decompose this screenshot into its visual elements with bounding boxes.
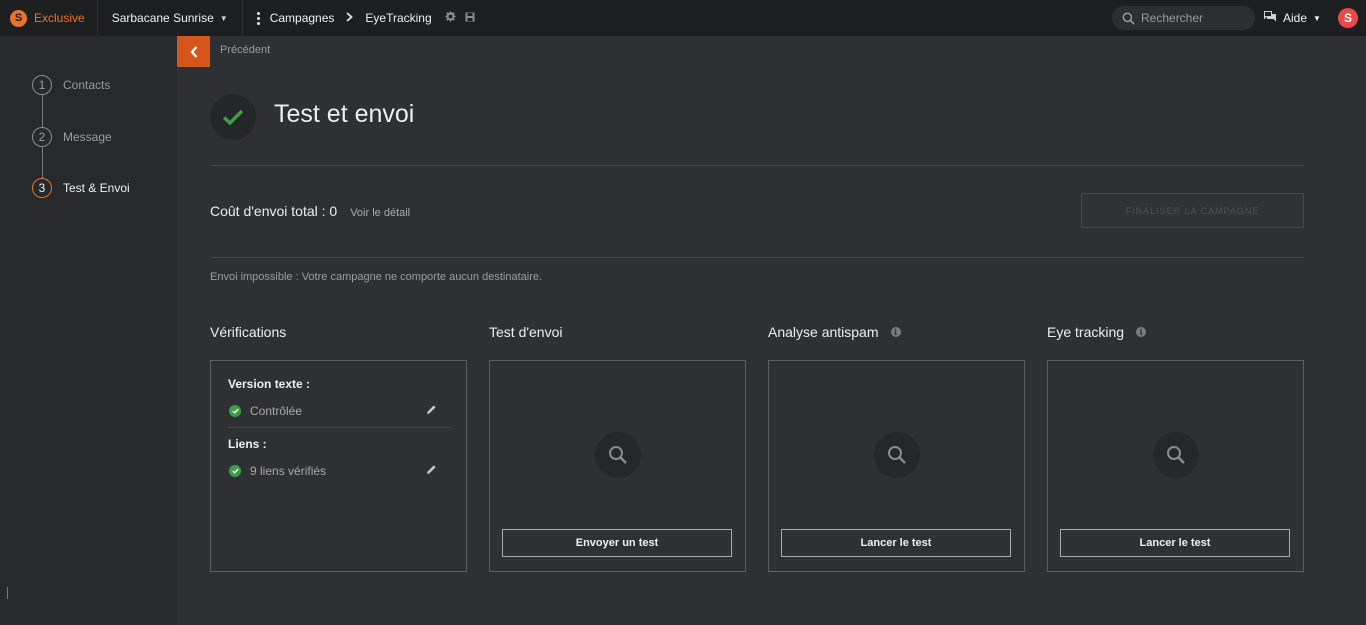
status-indicator (7, 587, 8, 599)
step-number: 2 (32, 127, 52, 147)
chevron-down-icon: ▼ (219, 13, 228, 23)
save-icon[interactable] (465, 12, 475, 25)
check-circle-icon (229, 465, 241, 477)
page-title: Test et envoi (274, 100, 415, 128)
chevron-left-icon (189, 45, 197, 58)
links-status: 9 liens vérifiés (250, 464, 327, 478)
check-circle-icon (229, 405, 241, 417)
step-number: 1 (32, 75, 52, 95)
brand-name: Exclusive (34, 11, 85, 25)
links-title: Liens : (228, 437, 267, 451)
step-label: Message (63, 130, 112, 144)
search-icon (874, 432, 920, 478)
step-number: 3 (32, 178, 52, 198)
cost-detail-link[interactable]: Voir le détail (350, 207, 410, 219)
links-row: 9 liens vérifiés (229, 464, 451, 478)
step-message[interactable]: 2 Message (32, 127, 112, 147)
step-test-envoi[interactable]: 3 Test & Envoi (32, 178, 130, 198)
cost-label: Coût d'envoi total : 0 (210, 203, 338, 219)
avatar[interactable]: S (1338, 8, 1358, 28)
chat-icon (1264, 11, 1276, 25)
breadcrumb-campaign-name: EyeTracking (365, 11, 432, 25)
more-vertical-icon[interactable] (256, 10, 260, 27)
step-contacts[interactable]: 1 Contacts (32, 75, 110, 95)
test-send-title: Test d'envoi (489, 324, 563, 340)
verifications-title: Vérifications (210, 324, 286, 340)
send-test-button[interactable]: Envoyer un test (502, 529, 732, 557)
divider (210, 257, 1304, 258)
back-link[interactable]: Précédent (220, 44, 270, 56)
info-icon[interactable]: i (890, 327, 901, 337)
run-antispam-test-button[interactable]: Lancer le test (781, 529, 1011, 557)
finalize-campaign-button[interactable]: FINALISER LA CAMPAGNE (1081, 193, 1304, 228)
antispam-panel: Lancer le test (768, 360, 1025, 572)
help-label: Aide (1283, 11, 1308, 25)
steps-sidebar: 1 Contacts 2 Message 3 Test & Envoi (0, 36, 177, 625)
eyetracking-title: Eye tracking i (1047, 324, 1147, 340)
main-content: Précédent Test et envoi Coût d'envoi tot… (177, 36, 1366, 625)
section-title-text: Vérifications (210, 324, 287, 340)
pencil-icon[interactable] (426, 404, 437, 418)
chevron-down-icon: ▼ (1313, 13, 1321, 23)
divider (210, 165, 1304, 166)
cost-summary: Coût d'envoi total : 0 Voir le détail (210, 203, 410, 219)
eyetracking-panel: Lancer le test (1047, 360, 1304, 572)
chevron-right-icon (346, 11, 354, 25)
text-version-status: Contrôlée (250, 404, 303, 418)
breadcrumb-campagnes[interactable]: Campagnes (270, 11, 335, 25)
search-icon (595, 432, 641, 478)
brand-logo-icon: S (10, 9, 27, 27)
section-title-text: Test d'envoi (489, 324, 563, 340)
search-input[interactable]: Rechercher (1112, 6, 1255, 30)
section-title-text: Eye tracking (1047, 324, 1125, 340)
gear-icon[interactable] (445, 11, 456, 25)
back-button[interactable] (177, 36, 210, 67)
antispam-title: Analyse antispam i (768, 324, 901, 340)
divider (228, 427, 450, 428)
account-selector[interactable]: Sarbacane Sunrise ▼ (98, 0, 243, 36)
run-eyetracking-test-button[interactable]: Lancer le test (1060, 529, 1290, 557)
search-icon (1153, 432, 1199, 478)
text-version-row: Contrôlée (229, 404, 451, 418)
section-title-text: Analyse antispam (768, 324, 879, 340)
info-icon[interactable]: i (1136, 327, 1147, 337)
help-menu[interactable]: Aide ▼ (1264, 0, 1321, 36)
pencil-icon[interactable] (426, 464, 437, 478)
brand-menu[interactable]: S Exclusive (0, 0, 98, 36)
search-placeholder: Rechercher (1141, 11, 1204, 25)
send-notice: Envoi impossible : Votre campagne ne com… (210, 271, 543, 283)
search-icon (1122, 12, 1135, 25)
verifications-panel: Version texte : Contrôlée Liens : 9 lien… (210, 360, 467, 572)
account-name: Sarbacane Sunrise (111, 11, 214, 25)
text-version-title: Version texte : (228, 377, 311, 391)
check-badge-icon (210, 94, 256, 140)
test-send-panel: Envoyer un test (489, 360, 746, 572)
step-label: Contacts (63, 78, 111, 92)
top-bar: S Exclusive Sarbacane Sunrise ▼ Campagne… (0, 0, 1366, 36)
step-label: Test & Envoi (63, 181, 130, 195)
